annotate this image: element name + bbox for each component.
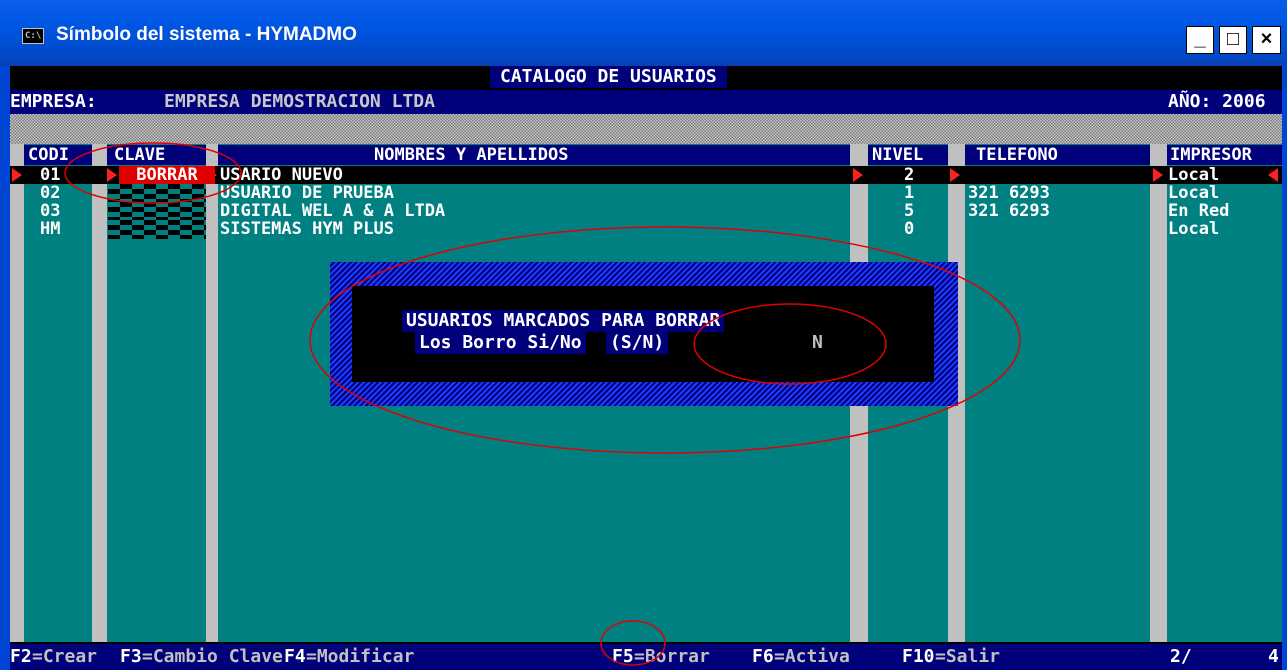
cell-nivel[interactable]: 0 [904, 220, 914, 238]
cell-nombre[interactable]: USARIO NUEVO [220, 166, 343, 184]
cell-clave-masked[interactable] [108, 220, 206, 239]
f5-key[interactable]: F5 [612, 646, 634, 668]
f3-label[interactable]: =Cambio Clave [142, 646, 283, 668]
f5-label[interactable]: =Borrar [634, 646, 710, 668]
column-header-codigo: CODI [28, 145, 69, 165]
cell-impresora[interactable]: En Red [1168, 202, 1229, 220]
command-prompt-icon: C:\ [22, 28, 44, 44]
f10-key[interactable]: F10 [902, 646, 935, 668]
cell-clave-borrar[interactable]: BORRAR [119, 166, 215, 184]
f4-label[interactable]: =Modificar [306, 646, 414, 668]
f6-label[interactable]: =Activa [774, 646, 850, 668]
column-header-nivel: NIVEL [872, 145, 924, 165]
f2-key[interactable]: F2 [10, 646, 32, 668]
page-total: 4 [1268, 646, 1279, 667]
column-header-telefono: TELEFONO [976, 145, 1058, 165]
confirm-input[interactable]: N [812, 334, 826, 352]
cell-codigo[interactable]: 01 [40, 166, 60, 184]
dialog-message: USUARIOS MARCADOS PARA BORRAR [402, 310, 725, 332]
f6-key[interactable]: F6 [752, 646, 774, 668]
empresa-value: EMPRESA DEMOSTRACION LTDA [164, 91, 435, 112]
f2-label[interactable]: =Crear [32, 646, 97, 668]
column-header-nombres: NOMBRES Y APELLIDOS [374, 145, 569, 165]
row-marker-left-icon [1268, 168, 1278, 182]
dialog-prompt: Los Borro Si/No [415, 332, 586, 354]
close-button[interactable]: × [1252, 26, 1281, 54]
column-header-impresora: IMPRESOR [1170, 145, 1252, 165]
minimize-button[interactable]: _ [1186, 26, 1214, 54]
cell-codigo[interactable]: HM [40, 220, 60, 238]
f4-key[interactable]: F4 [284, 646, 306, 668]
dialog-options: (S/N) [606, 332, 669, 354]
cell-codigo[interactable]: 02 [40, 184, 60, 202]
shaded-separator [10, 114, 1282, 144]
cell-clave-masked[interactable] [108, 202, 206, 221]
cell-telefono[interactable]: 321 6293 [968, 184, 1050, 202]
cell-telefono[interactable]: 321 6293 [968, 202, 1050, 220]
window-frame-right [1282, 66, 1287, 670]
column-header-clave: CLAVE [114, 145, 166, 165]
cell-impresora[interactable]: Local [1168, 220, 1219, 238]
cell-codigo[interactable]: 03 [40, 202, 60, 220]
window-titlebar[interactable]: C:\ Símbolo del sistema - HYMADMO _ □ × [0, 0, 1287, 66]
empresa-label: EMPRESA: [10, 91, 97, 112]
f3-key[interactable]: F3 [120, 646, 142, 668]
cell-nivel[interactable]: 2 [904, 166, 914, 184]
screen-title: CATALOGO DE USUARIOS [490, 66, 727, 88]
cell-impresora[interactable]: Local [1168, 184, 1219, 202]
cell-impresora[interactable]: Local [1168, 166, 1219, 184]
cell-nivel[interactable]: 5 [904, 202, 914, 220]
row-marker-right-icon [12, 168, 22, 182]
console-area[interactable]: CATALOGO DE USUARIOS EMPRESA: EMPRESA DE… [10, 66, 1282, 670]
clave-marker-left-icon [107, 168, 117, 182]
cell-clave-masked[interactable] [108, 184, 206, 203]
cell-nombre[interactable]: SISTEMAS HYM PLUS [220, 220, 394, 238]
window-title: Símbolo del sistema - HYMADMO [56, 24, 357, 45]
window-frame-left [0, 66, 10, 670]
impresora-marker-icon [1153, 168, 1163, 182]
f10-label[interactable]: =Salir [935, 646, 1000, 668]
year-label: AÑO: 2006 [1168, 91, 1266, 112]
cell-nombre[interactable]: DIGITAL WEL A & A LTDA [220, 202, 445, 220]
maximize-button[interactable]: □ [1219, 26, 1247, 54]
telefono-marker-icon [950, 168, 960, 182]
page-indicator: 2/ [1170, 646, 1192, 667]
nivel-marker-icon [853, 168, 863, 182]
cell-nivel[interactable]: 1 [904, 184, 914, 202]
cell-nombre[interactable]: USUARIO DE PRUEBA [220, 184, 394, 202]
